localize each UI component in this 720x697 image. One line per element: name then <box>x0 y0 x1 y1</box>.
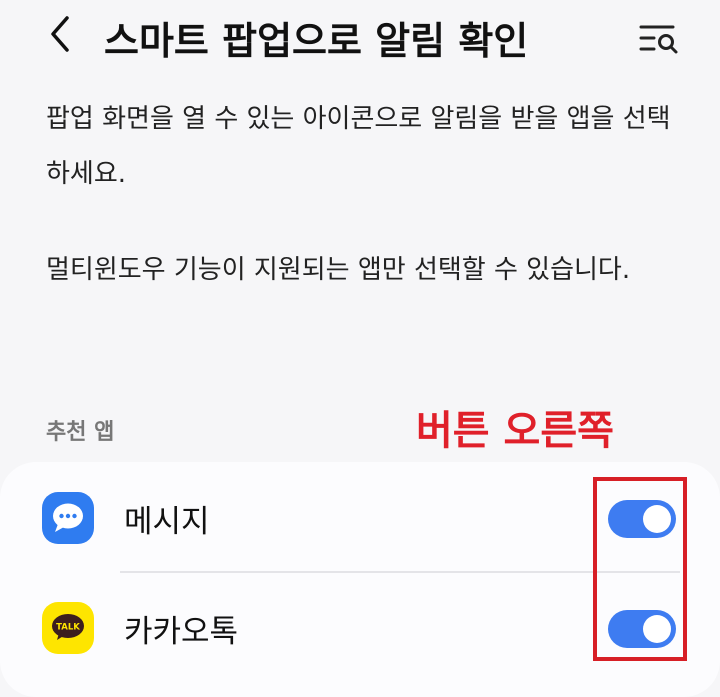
kakaotalk-icon-text: TALK <box>56 623 80 633</box>
description-note: 멀티윈도우 기능이 지원되는 앱만 선택할 수 있습니다. <box>46 255 631 285</box>
section-header: 추천 앱 <box>46 420 115 445</box>
settings-page: 스마트 팝업으로 알림 확인 팝업 화면을 열 수 있는 아이콘으로 알림을 받… <box>0 0 720 697</box>
app-name-kakaotalk: 카카오톡 <box>124 614 239 650</box>
list-search-icon <box>639 25 678 54</box>
chevron-left-icon <box>51 16 69 52</box>
back-button[interactable] <box>38 12 82 56</box>
app-bar: 스마트 팝업으로 알림 확인 <box>0 0 720 80</box>
page-title: 스마트 팝업으로 알림 확인 <box>104 19 529 63</box>
kakaotalk-icon: TALK <box>42 602 94 654</box>
search-settings-button[interactable] <box>636 16 682 60</box>
highlight-box <box>593 477 687 661</box>
messages-icon <box>42 492 94 544</box>
annotation-text: 버튼 오른쪽 <box>416 408 614 454</box>
description-text: 팝업 화면을 열 수 있는 아이콘으로 알림을 받을 앱을 선택하세요. <box>46 104 671 189</box>
app-name-messages: 메시지 <box>124 504 210 540</box>
